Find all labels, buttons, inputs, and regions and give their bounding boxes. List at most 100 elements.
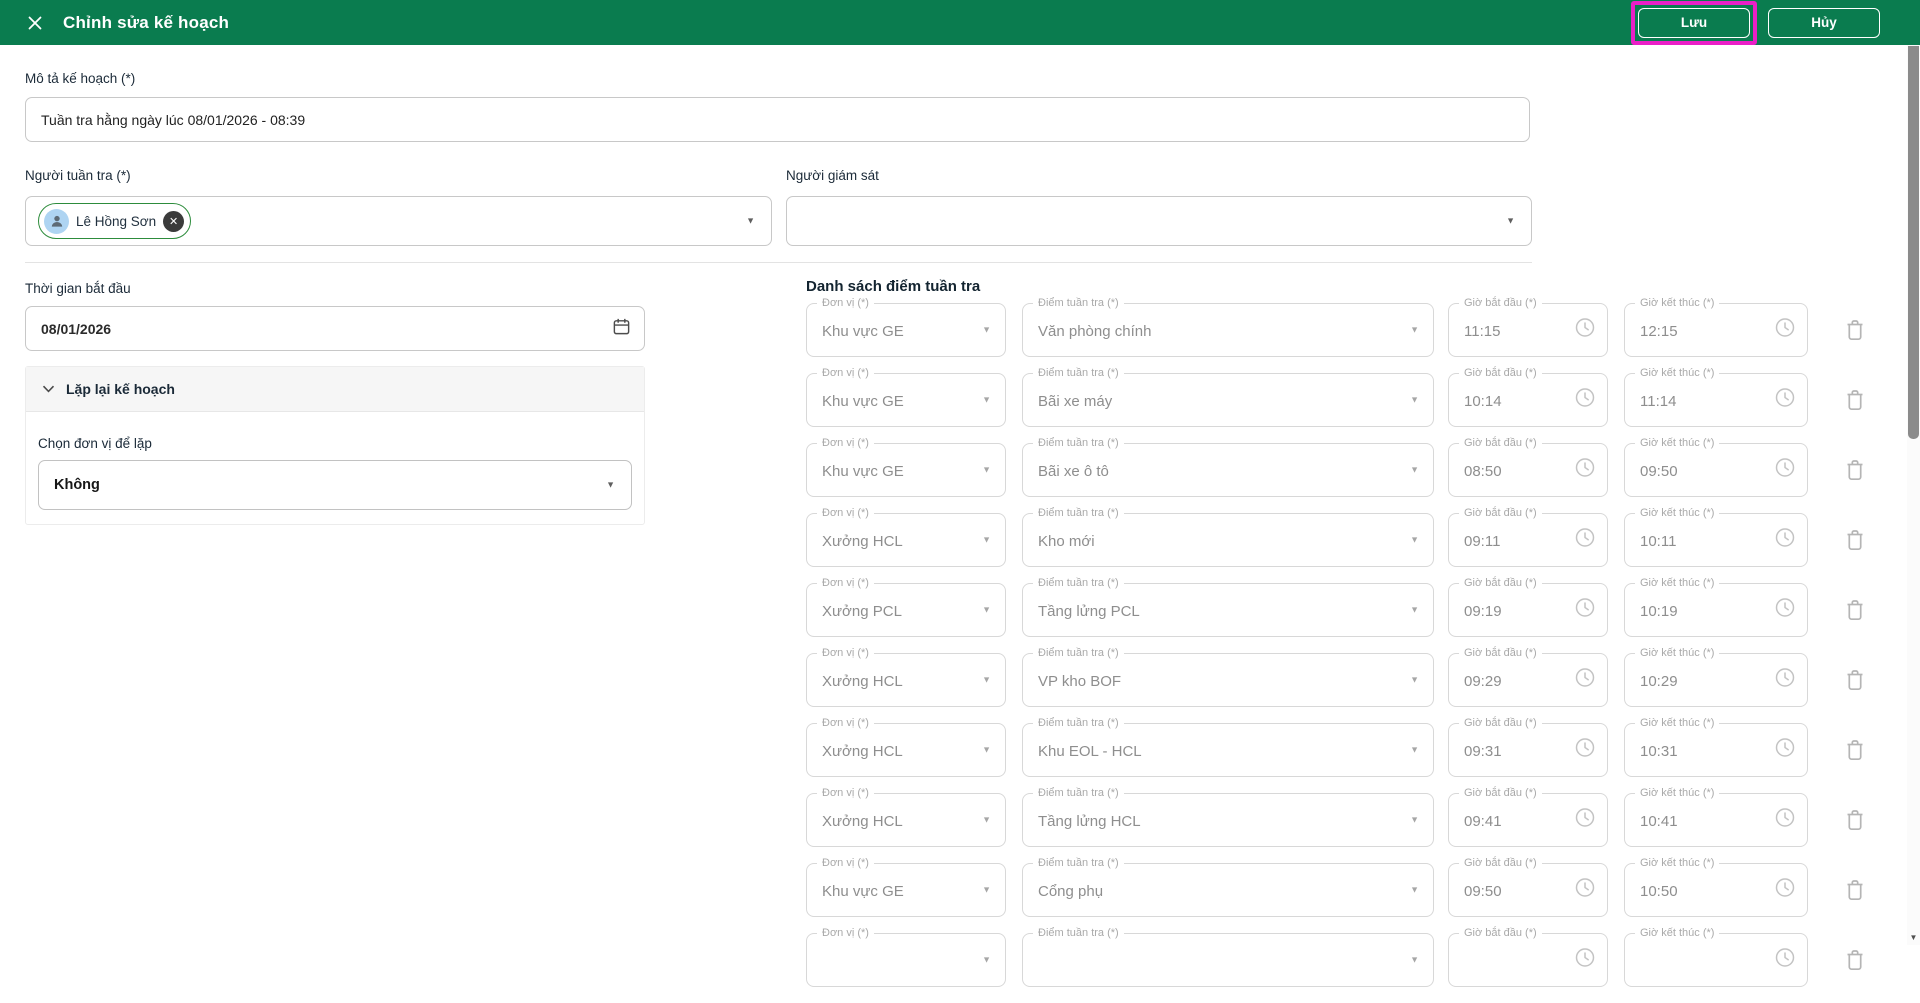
- point-select[interactable]: Điểm tuần tra (*) Khu EOL - HCL ▼: [1022, 723, 1434, 777]
- point-select[interactable]: Điểm tuần tra (*) VP kho BOF ▼: [1022, 653, 1434, 707]
- delete-row-button[interactable]: [1842, 458, 1868, 482]
- unit-value: Khu vực GE: [822, 446, 904, 496]
- clock-icon[interactable]: [1774, 527, 1796, 554]
- chevron-down-icon: ▼: [982, 676, 991, 685]
- clock-icon[interactable]: [1574, 667, 1596, 694]
- end-time-input[interactable]: Giờ kết thúc (*) 10:29: [1624, 653, 1808, 707]
- delete-row-button[interactable]: [1842, 318, 1868, 342]
- clock-icon[interactable]: [1574, 947, 1596, 974]
- clock-icon[interactable]: [1774, 317, 1796, 344]
- end-time-input[interactable]: Giờ kết thúc (*): [1624, 933, 1808, 987]
- start-time-input[interactable]: Giờ bắt đầu (*) 09:50: [1448, 863, 1608, 917]
- start-time-input[interactable]: Giờ bắt đầu (*) 09:29: [1448, 653, 1608, 707]
- unit-value: Khu vực GE: [822, 866, 904, 916]
- calendar-icon[interactable]: [612, 317, 631, 341]
- clock-icon[interactable]: [1574, 877, 1596, 904]
- clock-icon[interactable]: [1774, 947, 1796, 974]
- scroll-down-arrow-icon[interactable]: ▼: [1907, 934, 1920, 942]
- end-time-input[interactable]: Giờ kết thúc (*) 10:19: [1624, 583, 1808, 637]
- point-select[interactable]: Điểm tuần tra (*) Cổng phụ ▼: [1022, 863, 1434, 917]
- clock-icon[interactable]: [1774, 387, 1796, 414]
- start-date-label: Thời gian bắt đầu: [25, 281, 131, 296]
- delete-row-button[interactable]: [1842, 948, 1868, 972]
- end-time-input[interactable]: Giờ kết thúc (*) 10:31: [1624, 723, 1808, 777]
- checkpoint-row: Đơn vị (*) Xưởng HCL ▼ Điểm tuần tra (*)…: [806, 513, 1886, 567]
- clock-icon[interactable]: [1774, 457, 1796, 484]
- clock-icon[interactable]: [1574, 317, 1596, 344]
- start-time-input[interactable]: Giờ bắt đầu (*) 09:19: [1448, 583, 1608, 637]
- delete-row-button[interactable]: [1842, 528, 1868, 552]
- unit-select[interactable]: Đơn vị (*) Khu vực GE ▼: [806, 373, 1006, 427]
- clock-icon[interactable]: [1774, 877, 1796, 904]
- clock-icon[interactable]: [1574, 457, 1596, 484]
- scrollbar-thumb[interactable]: [1908, 46, 1919, 439]
- point-select[interactable]: Điểm tuần tra (*) Bãi xe ô tô ▼: [1022, 443, 1434, 497]
- start-time-input[interactable]: Giờ bắt đầu (*) 09:41: [1448, 793, 1608, 847]
- repeat-plan-section-toggle[interactable]: Lặp lại kế hoạch: [26, 367, 644, 412]
- start-time-input[interactable]: Giờ bắt đầu (*) 08:50: [1448, 443, 1608, 497]
- repeat-unit-select[interactable]: Không ▼: [38, 460, 632, 510]
- delete-row-button[interactable]: [1842, 878, 1868, 902]
- point-select[interactable]: Điểm tuần tra (*) Bãi xe máy ▼: [1022, 373, 1434, 427]
- remove-patroller-icon[interactable]: ✕: [163, 211, 184, 232]
- clock-icon[interactable]: [1774, 597, 1796, 624]
- clock-icon[interactable]: [1574, 387, 1596, 414]
- start-time-input[interactable]: Giờ bắt đầu (*): [1448, 933, 1608, 987]
- checkpoint-row: Đơn vị (*) Xưởng PCL ▼ Điểm tuần tra (*)…: [806, 583, 1886, 637]
- unit-select[interactable]: Đơn vị (*) ▼: [806, 933, 1006, 987]
- scrollbar[interactable]: ▼: [1907, 45, 1920, 945]
- point-select[interactable]: Điểm tuần tra (*) Kho mới ▼: [1022, 513, 1434, 567]
- patroller-label: Người tuần tra (*): [25, 168, 131, 183]
- end-time-input[interactable]: Giờ kết thúc (*) 11:14: [1624, 373, 1808, 427]
- point-select[interactable]: Điểm tuần tra (*) ▼: [1022, 933, 1434, 987]
- delete-row-button[interactable]: [1842, 738, 1868, 762]
- chevron-down-icon: ▼: [982, 466, 991, 475]
- delete-row-button[interactable]: [1842, 388, 1868, 412]
- patroller-select[interactable]: Lê Hồng Sơn ✕ ▼: [25, 196, 772, 246]
- description-input[interactable]: Tuần tra hằng ngày lúc 08/01/2026 - 08:3…: [25, 97, 1530, 142]
- end-time-input[interactable]: Giờ kết thúc (*) 09:50: [1624, 443, 1808, 497]
- unit-select[interactable]: Đơn vị (*) Xưởng HCL ▼: [806, 723, 1006, 777]
- start-time-input[interactable]: Giờ bắt đầu (*) 10:14: [1448, 373, 1608, 427]
- point-select[interactable]: Điểm tuần tra (*) Tầng lửng HCL ▼: [1022, 793, 1434, 847]
- end-time-input[interactable]: Giờ kết thúc (*) 10:50: [1624, 863, 1808, 917]
- start-time-input[interactable]: Giờ bắt đầu (*) 09:31: [1448, 723, 1608, 777]
- description-value: Tuần tra hằng ngày lúc 08/01/2026 - 08:3…: [41, 98, 305, 141]
- end-time-input[interactable]: Giờ kết thúc (*) 10:41: [1624, 793, 1808, 847]
- clock-icon[interactable]: [1574, 597, 1596, 624]
- clock-icon[interactable]: [1574, 527, 1596, 554]
- end-time-input[interactable]: Giờ kết thúc (*) 10:11: [1624, 513, 1808, 567]
- unit-select[interactable]: Đơn vị (*) Khu vực GE ▼: [806, 863, 1006, 917]
- chevron-down-icon: ▼: [1506, 217, 1515, 226]
- unit-select[interactable]: Đơn vị (*) Xưởng HCL ▼: [806, 793, 1006, 847]
- clock-icon[interactable]: [1774, 667, 1796, 694]
- unit-select[interactable]: Đơn vị (*) Khu vực GE ▼: [806, 303, 1006, 357]
- start-time-input[interactable]: Giờ bắt đầu (*) 09:11: [1448, 513, 1608, 567]
- chevron-down-icon: ▼: [1410, 396, 1419, 405]
- start-date-input[interactable]: 08/01/2026: [25, 306, 645, 351]
- cancel-button[interactable]: Hủy: [1768, 8, 1880, 38]
- clock-icon[interactable]: [1574, 737, 1596, 764]
- point-select[interactable]: Điểm tuần tra (*) Văn phòng chính ▼: [1022, 303, 1434, 357]
- clock-icon[interactable]: [1574, 807, 1596, 834]
- start-time-input[interactable]: Giờ bắt đầu (*) 11:15: [1448, 303, 1608, 357]
- clock-icon[interactable]: [1774, 737, 1796, 764]
- point-select[interactable]: Điểm tuần tra (*) Tầng lửng PCL ▼: [1022, 583, 1434, 637]
- close-icon[interactable]: [26, 14, 44, 32]
- checkpoint-row: Đơn vị (*) Xưởng HCL ▼ Điểm tuần tra (*)…: [806, 793, 1886, 847]
- unit-select[interactable]: Đơn vị (*) Xưởng HCL ▼: [806, 653, 1006, 707]
- unit-select[interactable]: Đơn vị (*) Xưởng HCL ▼: [806, 513, 1006, 567]
- unit-select[interactable]: Đơn vị (*) Xưởng PCL ▼: [806, 583, 1006, 637]
- checkpoint-row: Đơn vị (*) Xưởng HCL ▼ Điểm tuần tra (*)…: [806, 723, 1886, 777]
- clock-icon[interactable]: [1774, 807, 1796, 834]
- unit-value: Khu vực GE: [822, 306, 904, 356]
- chevron-down-icon: ▼: [982, 886, 991, 895]
- end-time-input[interactable]: Giờ kết thúc (*) 12:15: [1624, 303, 1808, 357]
- unit-select[interactable]: Đơn vị (*) Khu vực GE ▼: [806, 443, 1006, 497]
- save-button[interactable]: Lưu: [1638, 8, 1750, 38]
- end-time-value: 10:50: [1640, 866, 1678, 916]
- delete-row-button[interactable]: [1842, 808, 1868, 832]
- delete-row-button[interactable]: [1842, 668, 1868, 692]
- delete-row-button[interactable]: [1842, 598, 1868, 622]
- supervisor-select[interactable]: ▼: [786, 196, 1532, 246]
